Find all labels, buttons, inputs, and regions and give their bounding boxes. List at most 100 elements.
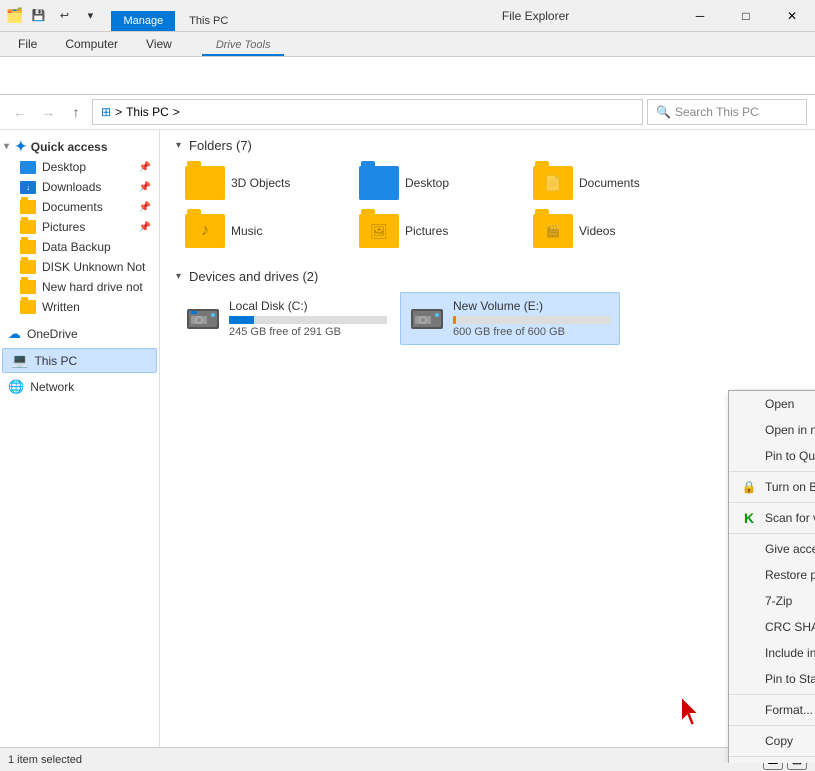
sidebar: ▾ ✦ Quick access Desktop 📌 ↓ Downloads 📌… — [0, 130, 160, 763]
ctx-sep3 — [729, 533, 815, 534]
sidebar-databackup-label: Data Backup — [42, 240, 111, 254]
ctx-bitlocker-icon: 🔒 — [741, 479, 757, 495]
folder-item-music[interactable]: ♪ Music — [176, 209, 346, 253]
ctx-give-access-icon — [741, 541, 757, 557]
ctx-restore-versions[interactable]: Restore previous versions — [729, 562, 815, 588]
ctx-create-shortcut[interactable]: Create shortcut — [729, 759, 815, 763]
context-menu: Open Open in new window Pin to Quick acc… — [728, 390, 815, 763]
quick-access-section[interactable]: ▾ ✦ Quick access — [0, 134, 159, 157]
pin-icon-desktop: 📌 — [139, 162, 151, 173]
ctx-restore-label: Restore previous versions — [765, 568, 815, 582]
ctx-scan-label: Scan for viruses — [765, 511, 815, 525]
tab-manage[interactable]: Manage — [111, 11, 175, 31]
tab-this-pc[interactable]: This PC — [177, 11, 240, 31]
ribbon-context-label: Drive Tools — [202, 34, 285, 56]
sidebar-item-onedrive[interactable]: ☁ OneDrive — [0, 323, 159, 345]
sidebar-written-label: Written — [42, 300, 80, 314]
folder-item-desktop[interactable]: Desktop — [350, 161, 520, 205]
ctx-crc-label: CRC SHA — [765, 620, 815, 634]
search-box[interactable]: 🔍 Search This PC — [647, 99, 807, 125]
sidebar-item-network[interactable]: 🌐 Network — [0, 376, 159, 398]
ribbon-placeholder — [8, 70, 11, 82]
folder-documents-label: Documents — [579, 176, 640, 190]
address-end-sep: > — [173, 105, 180, 119]
back-button[interactable]: ← — [8, 100, 32, 124]
folder-desktop-label: Desktop — [405, 176, 449, 190]
folder-music-label: Music — [231, 224, 262, 238]
sidebar-downloads-label: Downloads — [42, 180, 101, 194]
drive-e-info: New Volume (E:) 600 GB free of 600 GB — [453, 299, 611, 338]
ctx-sep1 — [729, 471, 815, 472]
ctx-pin-start[interactable]: Pin to Start — [729, 666, 815, 692]
ctx-copy[interactable]: Copy — [729, 728, 815, 754]
ctx-crc[interactable]: CRC SHA › — [729, 614, 815, 640]
address-path[interactable]: ⊞ > This PC > — [92, 99, 643, 125]
folder-item-documents[interactable]: 📄 Documents — [524, 161, 694, 205]
close-button[interactable]: ✕ — [769, 0, 815, 32]
qat-save[interactable]: 💾 — [27, 5, 49, 27]
folder-item-3dobjects[interactable]: 3D Objects — [176, 161, 346, 205]
devices-section-header: ▾ Devices and drives (2) — [176, 269, 799, 284]
ctx-pin-quick-icon — [741, 448, 757, 464]
ribbon-tab-view[interactable]: View — [132, 32, 186, 56]
drive-item-c[interactable]: Local Disk (C:) 245 GB free of 291 GB — [176, 292, 396, 345]
ctx-sep5 — [729, 725, 815, 726]
drive-c-name: Local Disk (C:) — [229, 299, 387, 313]
ctx-pin-quick-label: Pin to Quick access — [765, 449, 815, 463]
ctx-sep6 — [729, 756, 815, 757]
content-area: ▾ Folders (7) 3D Objects Desktop 📄 — [160, 130, 815, 763]
drive-e-name: New Volume (E:) — [453, 299, 611, 313]
sidebar-item-downloads[interactable]: ↓ Downloads 📌 — [0, 177, 159, 197]
ctx-format[interactable]: Format... — [729, 697, 815, 723]
address-bar: ← → ↑ ⊞ > This PC > 🔍 Search This PC — [0, 95, 815, 130]
ribbon-tab-computer[interactable]: Computer — [51, 32, 132, 56]
ctx-copy-label: Copy — [765, 734, 793, 748]
sidebar-item-desktop[interactable]: Desktop 📌 — [0, 157, 159, 177]
ctx-pin-quick[interactable]: Pin to Quick access — [729, 443, 815, 469]
ctx-open-new-window[interactable]: Open in new window — [729, 417, 815, 443]
folders-chevron[interactable]: ▾ — [176, 140, 181, 151]
sidebar-network-label: Network — [30, 380, 74, 394]
sidebar-onedrive-label: OneDrive — [27, 327, 78, 341]
folders-grid: 3D Objects Desktop 📄 Documents ♪ — [176, 161, 799, 253]
qat-dropdown[interactable]: ▾ — [79, 5, 101, 27]
up-button[interactable]: ↑ — [64, 100, 88, 124]
main-layout: ▾ ✦ Quick access Desktop 📌 ↓ Downloads 📌… — [0, 130, 815, 763]
sidebar-item-written[interactable]: Written — [0, 297, 159, 317]
drive-e-space: 600 GB free of 600 GB — [453, 326, 611, 338]
devices-chevron[interactable]: ▾ — [176, 271, 181, 282]
ctx-bitlocker[interactable]: 🔒 Turn on BitLocker — [729, 474, 815, 500]
ctx-include-lib-icon — [741, 645, 757, 661]
sidebar-item-disk[interactable]: DISK Unknown Not — [0, 257, 159, 277]
folder-item-videos[interactable]: 🎬 Videos — [524, 209, 694, 253]
drive-c-space: 245 GB free of 291 GB — [229, 326, 387, 338]
sidebar-newhard-label: New hard drive not — [42, 280, 143, 294]
sidebar-item-pictures[interactable]: Pictures 📌 — [0, 217, 159, 237]
folder-item-pictures[interactable]: 🖼 Pictures — [350, 209, 520, 253]
maximize-button[interactable]: □ — [723, 0, 769, 32]
ctx-give-access[interactable]: Give access to › — [729, 536, 815, 562]
drive-e-icon — [409, 301, 445, 337]
qat-undo[interactable]: ↩ — [53, 5, 75, 27]
sidebar-item-thispc[interactable]: 💻 This PC — [2, 348, 157, 373]
forward-button[interactable]: → — [36, 100, 60, 124]
sidebar-item-newhard[interactable]: New hard drive not — [0, 277, 159, 297]
sidebar-item-databackup[interactable]: Data Backup — [0, 237, 159, 257]
ctx-include-library[interactable]: Include in library › — [729, 640, 815, 666]
drive-e-bar-bg — [453, 316, 611, 324]
minimize-button[interactable]: ─ — [677, 0, 723, 32]
address-separator: > — [115, 105, 122, 119]
ctx-7zip[interactable]: 7-Zip › — [729, 588, 815, 614]
sidebar-pictures-label: Pictures — [42, 220, 85, 234]
ctx-bitlocker-label: Turn on BitLocker — [765, 480, 815, 494]
ribbon-tab-file[interactable]: File — [4, 32, 51, 56]
ribbon-content — [0, 57, 815, 95]
sidebar-item-documents[interactable]: Documents 📌 — [0, 197, 159, 217]
ctx-copy-icon — [741, 733, 757, 749]
drive-item-e[interactable]: New Volume (E:) 600 GB free of 600 GB — [400, 292, 620, 345]
ctx-open[interactable]: Open — [729, 391, 815, 417]
ctx-format-label: Format... — [765, 703, 813, 717]
pin-icon-downloads: 📌 — [139, 182, 151, 193]
ctx-scan-viruses[interactable]: KScan for viruses — [729, 505, 815, 531]
search-placeholder: Search This PC — [675, 105, 759, 119]
